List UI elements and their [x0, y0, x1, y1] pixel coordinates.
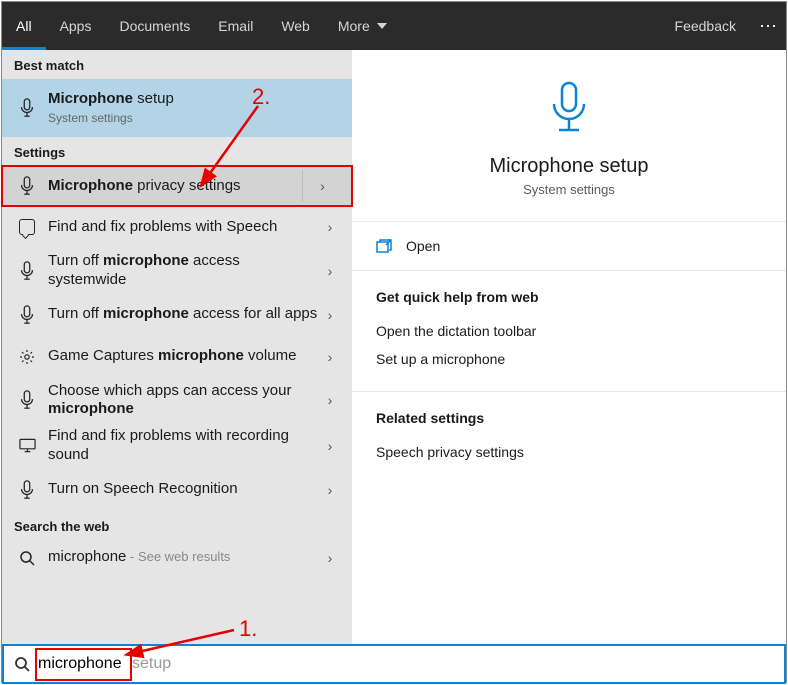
section-settings: Settings	[2, 137, 352, 166]
best-match-title-bold: Microphone	[48, 90, 133, 107]
result-text-rest: access for all apps	[189, 305, 317, 322]
gear-icon	[16, 349, 38, 365]
microphone-icon-large	[547, 80, 591, 136]
section-best-match: Best match	[2, 50, 352, 79]
search-bar[interactable]: setup	[2, 644, 786, 684]
result-privacy-settings[interactable]: Microphone privacy settings ›	[2, 166, 352, 206]
result-text: Find and fix problems with Speech	[38, 218, 318, 237]
chevron-down-icon	[375, 18, 387, 34]
help-link-dictation[interactable]: Open the dictation toolbar	[376, 317, 762, 345]
search-input[interactable]	[32, 655, 776, 673]
speech-icon	[16, 219, 38, 235]
result-turn-off-systemwide[interactable]: Turn off microphone access systemwide ›	[2, 248, 352, 294]
result-text-pre: Turn off	[48, 305, 103, 322]
chevron-right-icon: ›	[318, 349, 342, 365]
tab-more-label: More	[338, 18, 370, 34]
chevron-right-icon: ›	[318, 392, 342, 408]
result-choose-apps[interactable]: Choose which apps can access your microp…	[2, 378, 352, 424]
tab-all[interactable]: All	[2, 2, 46, 50]
result-recording-problems[interactable]: Find and fix problems with recording sou…	[2, 423, 352, 469]
chevron-right-icon: ›	[318, 438, 342, 454]
feedback-button[interactable]: Feedback	[661, 2, 750, 50]
open-button[interactable]: Open	[352, 222, 786, 271]
result-speech-recognition[interactable]: Turn on Speech Recognition ›	[2, 469, 352, 511]
preview-title: Microphone setup	[352, 155, 786, 178]
result-text-bold: microphone	[103, 305, 189, 322]
result-speech-problems[interactable]: Find and fix problems with Speech ›	[2, 206, 352, 248]
chevron-right-icon: ›	[318, 482, 342, 498]
best-match-title-rest: setup	[133, 90, 174, 107]
result-text-rest: privacy settings	[133, 177, 241, 194]
result-game-captures[interactable]: Game Captures microphone volume ›	[2, 336, 352, 378]
tab-apps[interactable]: Apps	[46, 2, 106, 50]
related-heading: Related settings	[376, 410, 762, 426]
web-hint: - See web results	[126, 549, 230, 564]
preview-panel: Microphone setup System settings Open Ge…	[352, 50, 786, 644]
result-turn-off-all-apps[interactable]: Turn off microphone access for all apps …	[2, 294, 352, 336]
chevron-right-icon: ›	[302, 170, 342, 202]
result-text-pre: Turn off	[48, 252, 103, 269]
web-term: microphone	[48, 548, 126, 565]
top-tabs: All Apps Documents Email Web More Feedba…	[2, 2, 786, 50]
result-best-match[interactable]: Microphone setup System settings	[2, 79, 352, 137]
result-text: Find and fix problems with recording sou…	[38, 427, 318, 465]
search-icon	[16, 550, 38, 566]
help-link-setup-mic[interactable]: Set up a microphone	[376, 345, 762, 373]
result-web-search[interactable]: microphone - See web results ›	[2, 540, 352, 576]
result-text-bold: Microphone	[48, 177, 133, 194]
result-text-bold: microphone	[103, 252, 189, 269]
microphone-icon	[16, 261, 38, 281]
section-search-web: Search the web	[2, 511, 352, 540]
chevron-right-icon: ›	[318, 550, 342, 566]
result-text-bold: microphone	[158, 347, 244, 364]
microphone-icon	[16, 390, 38, 410]
related-link-speech-privacy[interactable]: Speech privacy settings	[376, 438, 762, 466]
open-icon	[376, 239, 392, 253]
ellipsis-icon[interactable]: ⋯	[750, 2, 786, 50]
tab-web[interactable]: Web	[267, 2, 324, 50]
open-label: Open	[406, 238, 440, 254]
microphone-icon	[16, 480, 38, 500]
result-text-bold: microphone	[48, 400, 134, 417]
best-match-sub: System settings	[48, 111, 342, 126]
result-text-pre: Choose which apps can access your	[48, 382, 291, 399]
microphone-icon	[16, 305, 38, 325]
monitor-icon	[16, 438, 38, 453]
result-text-pre: Game Captures	[48, 347, 158, 364]
microphone-icon	[16, 98, 38, 118]
tab-documents[interactable]: Documents	[105, 2, 204, 50]
chevron-right-icon: ›	[318, 307, 342, 323]
result-text: Turn on Speech Recognition	[38, 480, 318, 499]
chevron-right-icon: ›	[318, 263, 342, 279]
preview-subtitle: System settings	[352, 182, 786, 197]
chevron-right-icon: ›	[318, 219, 342, 235]
result-text-rest: volume	[244, 347, 297, 364]
search-results-panel: Best match Microphone setup System setti…	[2, 50, 352, 644]
microphone-icon	[16, 176, 38, 196]
help-heading: Get quick help from web	[376, 289, 762, 305]
search-icon	[12, 656, 32, 672]
tab-more[interactable]: More	[324, 2, 401, 50]
tab-email[interactable]: Email	[204, 2, 267, 50]
